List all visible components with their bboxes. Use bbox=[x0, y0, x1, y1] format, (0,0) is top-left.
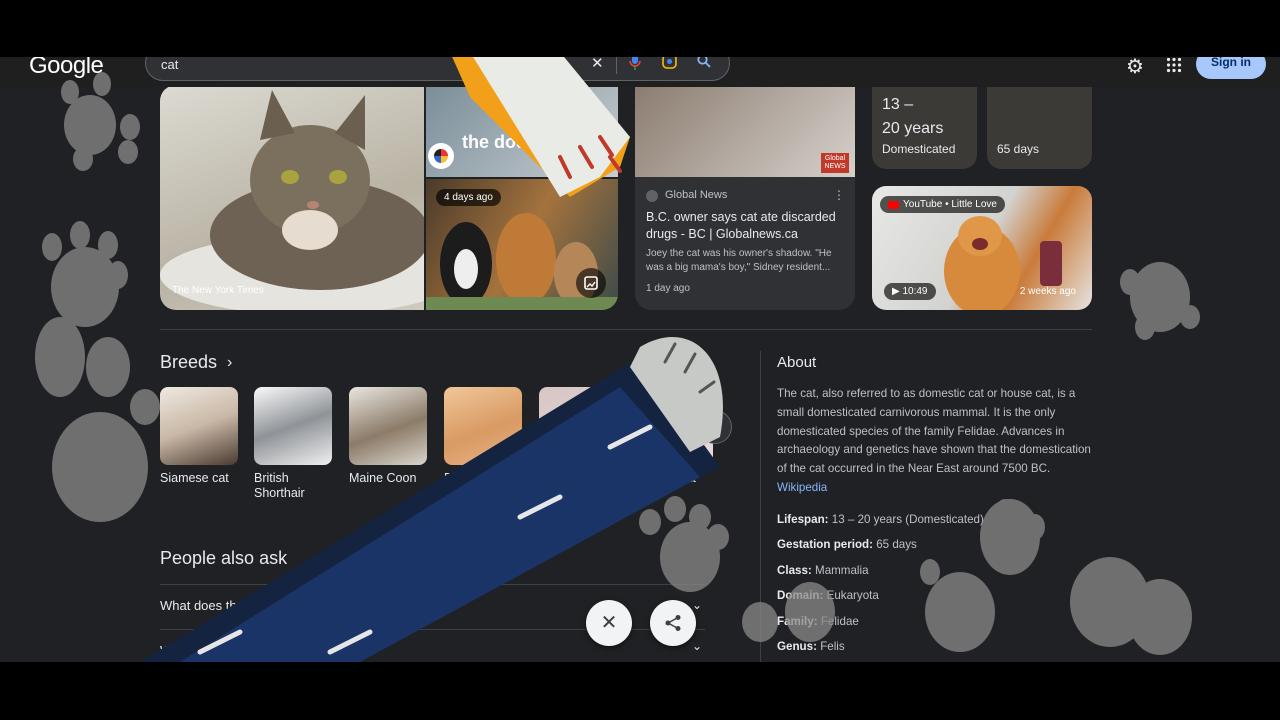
video-duration: ▶ 10:49 bbox=[884, 283, 936, 300]
breed-name: Siamese cat bbox=[160, 471, 229, 485]
news-title[interactable]: B.C. owner says cat ate discarded drugs … bbox=[646, 209, 846, 243]
video-source-badge: YouTube • Little Love bbox=[880, 196, 1005, 213]
breed-item-sphynx[interactable]: Sphynx cat bbox=[539, 387, 713, 486]
wikipedia-link[interactable]: Wikipedia bbox=[777, 481, 827, 494]
youtube-icon bbox=[888, 200, 899, 209]
breeds-heading[interactable]: Breeds bbox=[160, 352, 217, 373]
more-options-icon[interactable]: ⋮ bbox=[833, 188, 845, 202]
about-heading: About bbox=[777, 354, 817, 371]
search-box[interactable]: cat ✕ bbox=[145, 57, 730, 81]
fact-value: Mammalia bbox=[815, 564, 869, 577]
age-badge: 4 days ago bbox=[436, 189, 501, 206]
dodo-logo-icon bbox=[428, 143, 454, 169]
breed-thumb bbox=[254, 387, 332, 465]
breed-name: Sphynx cat bbox=[634, 471, 696, 485]
breed-item-siamese[interactable]: Siamese cat bbox=[160, 387, 238, 486]
breed-name: British Shorthair bbox=[254, 471, 305, 500]
fact-class[interactable]: Class: Mammalia bbox=[777, 564, 869, 577]
lifespan-value-line2: 20 years bbox=[882, 120, 944, 137]
breed-name: Maine Coon bbox=[349, 471, 417, 485]
chevron-right-icon[interactable]: › bbox=[227, 354, 232, 372]
microphone-icon[interactable] bbox=[629, 57, 641, 74]
google-logo[interactable]: Google bbox=[29, 57, 104, 80]
news-snippet: Joey the cat was his owner's shadow. "He… bbox=[646, 248, 832, 273]
gestation-card[interactable]: 65 days bbox=[987, 85, 1092, 169]
breed-thumb bbox=[349, 387, 427, 465]
close-button[interactable]: ✕ bbox=[586, 600, 632, 646]
search-icon[interactable] bbox=[697, 57, 711, 72]
sign-in-button[interactable]: Sign in bbox=[1196, 57, 1266, 79]
search-input[interactable]: cat bbox=[161, 57, 178, 72]
fact-lifespan: Lifespan: 13 – 20 years (Domesticated) bbox=[777, 513, 984, 526]
fact-value: Eukaryota bbox=[826, 589, 879, 602]
fact-gestation: Gestation period: 65 days bbox=[777, 538, 917, 551]
apps-grid-icon[interactable] bbox=[1166, 57, 1182, 78]
dodo-label: the dodo bbox=[462, 132, 538, 152]
section-divider bbox=[160, 329, 1092, 330]
fact-family[interactable]: Family: Felidae bbox=[777, 615, 859, 628]
share-button[interactable] bbox=[650, 600, 696, 646]
clear-icon[interactable]: ✕ bbox=[591, 57, 604, 72]
about-text: The cat, also referred to as domestic ca… bbox=[777, 387, 1091, 476]
fact-label: Lifespan: bbox=[777, 513, 829, 526]
breeds-next-button[interactable]: › bbox=[698, 410, 732, 444]
chevron-down-icon[interactable]: ⌄ bbox=[692, 639, 702, 653]
paa-question-2[interactable]: Wh bbox=[160, 643, 180, 658]
video-source: YouTube • Little Love bbox=[903, 199, 997, 210]
lifespan-value-line1: 13 – bbox=[882, 96, 914, 113]
gestation-label: 65 days bbox=[997, 142, 1040, 156]
dodo-image[interactable]: the dodo bbox=[426, 85, 618, 177]
video-card[interactable]: YouTube • Little Love ▶ 10:49 2 weeks ag… bbox=[872, 186, 1092, 310]
fact-domain[interactable]: Domain: Eukaryota bbox=[777, 589, 879, 602]
fact-genus[interactable]: Genus: Felis bbox=[777, 640, 845, 653]
fact-value: Felidae bbox=[820, 615, 859, 628]
lifespan-card[interactable]: 13 – 20 years Domesticated bbox=[872, 85, 977, 169]
breed-thumb bbox=[160, 387, 238, 465]
cats-group-image[interactable]: 4 days ago bbox=[426, 179, 618, 310]
breed-name: Persian cat bbox=[444, 471, 507, 485]
fact-value: 13 – 20 years (Domesticated) bbox=[831, 513, 984, 526]
letterbox-top bbox=[0, 0, 1280, 57]
news-source: Global News bbox=[665, 189, 728, 201]
fact-value: Felis bbox=[820, 640, 845, 653]
fact-label: Genus: bbox=[777, 640, 817, 653]
about-description: The cat, also referred to as domestic ca… bbox=[777, 385, 1097, 498]
chevron-down-icon[interactable]: ⌄ bbox=[692, 598, 702, 612]
global-news-logo: Global NEWS bbox=[821, 153, 849, 173]
news-source-icon bbox=[646, 190, 658, 202]
fact-label: Domain: bbox=[777, 589, 824, 602]
tabby-cat-illustration bbox=[160, 90, 424, 310]
header-bar: Google cat ✕ ⚙ Sign in bbox=[0, 57, 1280, 87]
search-divider bbox=[616, 57, 617, 74]
news-date: 1 day ago bbox=[646, 283, 690, 294]
fact-label: Class: bbox=[777, 564, 812, 577]
news-card[interactable]: Global NEWS Global News ⋮ B.C. owner say… bbox=[635, 85, 855, 310]
fact-label: Gestation period: bbox=[777, 538, 873, 551]
fact-label: Family: bbox=[777, 615, 818, 628]
main-cat-image[interactable]: The New York Times bbox=[160, 85, 424, 310]
about-divider bbox=[760, 351, 761, 662]
share-icon bbox=[665, 615, 681, 631]
image-gallery-icon[interactable] bbox=[576, 268, 606, 298]
lens-icon[interactable] bbox=[662, 57, 677, 73]
image-credit: The New York Times bbox=[172, 285, 264, 296]
breed-thumb bbox=[444, 387, 522, 465]
letterbox-bottom bbox=[0, 662, 1280, 720]
people-also-ask-heading: People also ask bbox=[160, 548, 288, 568]
breed-item-persian[interactable]: Persian cat bbox=[444, 387, 522, 486]
breed-item-maine-coon[interactable]: Maine Coon bbox=[349, 387, 427, 486]
paa-question-1[interactable]: What does th bbox=[160, 598, 237, 613]
screen-frame: Google cat ✕ ⚙ Sign in The New York Time… bbox=[0, 57, 1280, 662]
lint-roller-overlay bbox=[140, 337, 723, 662]
fact-value: 65 days bbox=[876, 538, 917, 551]
breed-item-british-shorthair[interactable]: British Shorthair bbox=[254, 387, 332, 501]
lifespan-label: Domesticated bbox=[882, 142, 956, 156]
news-thumbnail: Global NEWS bbox=[635, 85, 855, 177]
video-age: 2 weeks ago bbox=[1019, 286, 1076, 297]
settings-gear-icon[interactable]: ⚙ bbox=[1126, 57, 1144, 79]
paa-divider bbox=[160, 584, 705, 585]
breed-thumb bbox=[539, 387, 713, 465]
